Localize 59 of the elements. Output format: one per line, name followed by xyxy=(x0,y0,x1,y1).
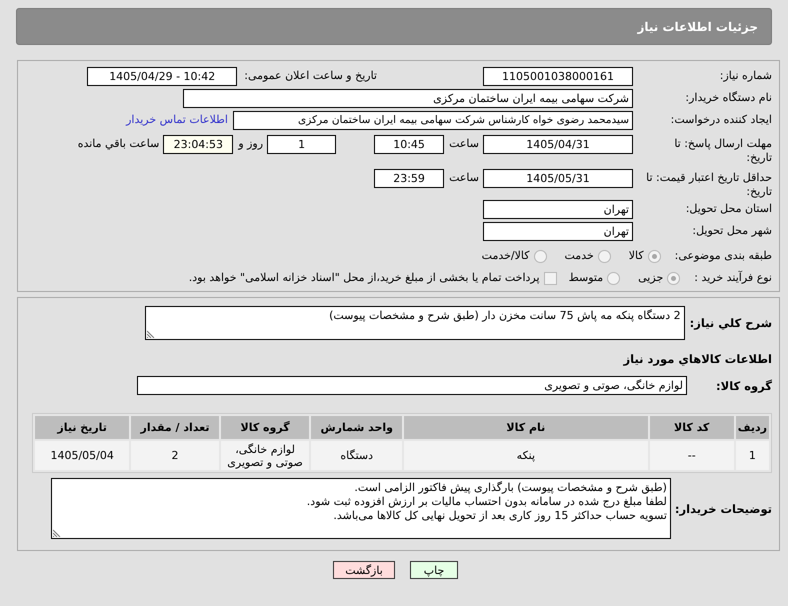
buyer-contact-link[interactable]: اطلاعات تماس خریدار xyxy=(126,111,228,127)
column-header: تاریخ نیاز xyxy=(35,416,130,439)
radio-label: متوسط xyxy=(568,271,604,285)
radio-label: خدمت xyxy=(564,249,594,263)
validity-date-field[interactable]: 1405/05/31 xyxy=(483,169,633,188)
field-label: نوع فرآیند خرید : xyxy=(694,271,772,285)
field-label: نام دستگاه خریدار: xyxy=(684,90,772,105)
goods-group-field[interactable]: لوازم خانگی، صوتی و تصویری xyxy=(137,376,687,395)
field-label: شماره نیاز: xyxy=(718,68,772,83)
section-heading: اطلاعات کالاهاي مورد نیاز xyxy=(622,352,772,366)
column-header: گروه کالا xyxy=(220,416,310,439)
time-left-field[interactable]: 23:04:53 xyxy=(163,135,234,154)
field-label: شرح کلي نیاز: xyxy=(690,316,772,330)
column-header: کد کالا xyxy=(650,416,734,439)
radio-label: کالا xyxy=(628,249,644,263)
field-label: طبقه بندی موضوعی: xyxy=(674,249,772,263)
column-header: تعداد / مقدار xyxy=(131,416,219,439)
field-label: شهر محل تحویل: xyxy=(691,223,772,238)
back-button[interactable]: بازگشت xyxy=(333,561,395,579)
resize-grip-icon[interactable] xyxy=(52,529,61,537)
delivery-city-field[interactable]: تهران xyxy=(483,222,633,241)
table-cell: -- xyxy=(650,441,734,470)
table-cell: 1 xyxy=(736,441,769,470)
field-label: تاریخ و ساعت اعلان عمومی: xyxy=(244,68,377,83)
field-label: استان محل تحویل: xyxy=(684,201,772,216)
table-cell: پنکه xyxy=(404,441,648,470)
deadline-date-field[interactable]: 1405/04/31 xyxy=(483,135,633,154)
field-label: روز و xyxy=(238,136,264,151)
page-title: جزئیات اطلاعات نیاز xyxy=(637,20,758,34)
buyer-organization-field[interactable]: شرکت سهامی بیمه ایران ساختمان مرکزی xyxy=(183,89,633,108)
field-label: ایجاد کننده درخواست: xyxy=(670,112,772,127)
field-label: ساعت xyxy=(449,170,479,185)
table-cell: لوازم خانگی، صوتی و تصویری xyxy=(220,441,310,470)
checkbox-label: پرداخت تمام یا بخشی از مبلغ خرید،از محل "اسناد خزانه اسلامی" خواهد بود. xyxy=(188,271,540,285)
requester-field[interactable]: سیدمحمد رضوی خواه کارشناس شرکت سهامی بیمه ایران ساختمان مرکزی xyxy=(233,111,633,130)
field-label: گروه کالا: xyxy=(715,378,772,392)
table-cell: دستگاه xyxy=(311,441,402,470)
field-label: ساعت xyxy=(449,136,479,151)
field-label: توضیحات خریدار: xyxy=(674,502,772,516)
print-button[interactable]: چاپ xyxy=(410,561,458,579)
radio-label: کالا/خدمت xyxy=(482,249,530,263)
days-left-field[interactable]: 1 xyxy=(267,135,336,154)
field-label: حداقل تاریخ اعتبار قیمت: تا تاریخ: xyxy=(645,170,772,199)
table-cell: 2 xyxy=(131,441,219,470)
need-description-field[interactable]: 2 دستگاه پنکه مه پاش 75 سانت مخزن دار (طبق شرح و مشخصات پیوست) xyxy=(144,306,685,340)
column-header: ردیف xyxy=(736,416,769,439)
field-label: مهلت ارسال پاسخ: تا تاریخ: xyxy=(673,136,772,165)
buyer-notes-field[interactable]: (طبق شرح و مشخصات پیوست) بارگذاری پیش فاکتور الزامی است. لطفا مبلغ درج شده در سامانه بدون احتساب مالیات بر ارزش افزوده ثبت شود. تسویه حساب حداکثر 15 روز کاری بعد از تحویل نهایی کل کالاها می‌باشد. xyxy=(50,478,671,539)
delivery-province-field[interactable]: تهران xyxy=(483,200,633,219)
need-number-field[interactable]: 1105001038000161 xyxy=(483,67,633,86)
field-label: ساعت باقي مانده xyxy=(78,136,160,151)
validity-time-field[interactable]: 23:59 xyxy=(374,169,444,188)
deadline-time-field[interactable]: 10:45 xyxy=(374,135,444,154)
announcement-date-field[interactable]: 1405/04/29 - 10:42 xyxy=(87,67,238,86)
column-header: نام کالا xyxy=(404,416,648,439)
resize-grip-icon[interactable] xyxy=(146,330,155,338)
table-cell: 1405/05/04 xyxy=(35,441,130,470)
column-header: واحد شمارش xyxy=(311,416,402,439)
radio-label: جزیی xyxy=(638,271,664,285)
